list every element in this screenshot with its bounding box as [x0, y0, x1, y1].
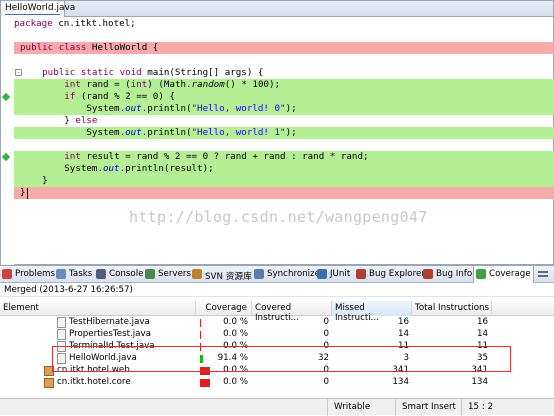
code-line-14[interactable]: } — [14, 175, 554, 187]
code-line-3[interactable]: public class HelloWorld { — [14, 42, 554, 54]
missed-instructions-value: 134 — [392, 377, 409, 387]
column-covered-instructions[interactable]: Covered Instructi... — [252, 301, 332, 323]
column-missed-instructions[interactable]: Missed Instructi... — [332, 301, 412, 323]
tab-junit[interactable]: JUnit — [315, 266, 353, 283]
tab-console[interactable]: Console — [94, 266, 147, 283]
code-line-7[interactable]: if (rand % 2 == 0) { — [14, 91, 554, 103]
tab-servers[interactable]: Servers — [143, 266, 194, 283]
column-coverage[interactable]: Coverage — [196, 301, 252, 316]
session-label: Merged (2013-6-27 16:26:57) — [0, 283, 554, 297]
tab-bug-info[interactable]: Bug Info — [421, 266, 475, 283]
coverage-icon — [476, 269, 486, 279]
java-file-icon — [57, 317, 66, 328]
package-icon — [44, 378, 54, 388]
status-bar: Writable Smart Insert 15 : 2 — [0, 398, 554, 416]
text-cursor — [27, 188, 28, 199]
covered-instructions-value: 0 — [323, 377, 329, 387]
code-line-15[interactable]: } — [14, 187, 554, 199]
tab-problems[interactable]: Problems — [0, 266, 58, 283]
code-line-12[interactable]: int result = rand % 2 == 0 ? rand + rand… — [14, 151, 554, 163]
coverage-bar-missed — [200, 319, 201, 327]
servers-icon — [145, 269, 155, 279]
coverage-table-header: Element Coverage Covered Instructi... Mi… — [0, 301, 554, 323]
junit-icon — [317, 269, 327, 279]
fold-toggle-icon[interactable]: - — [15, 69, 22, 76]
tasks-icon — [56, 269, 66, 279]
tab-bug-explorer[interactable]: Bug Explorer — [354, 266, 428, 283]
bug-info-icon — [423, 269, 433, 279]
coverage-bar-missed — [200, 331, 201, 339]
code-line-5[interactable]: public static void main(String[] args) { — [14, 67, 554, 79]
code-line-10[interactable]: System.out.println("Hello, world! 1"); — [14, 127, 554, 139]
java-editor[interactable]: HelloWorld.java package cn.itkt.hotel; p… — [0, 0, 554, 266]
editor-tab-bar: HelloWorld.java — [1, 1, 553, 17]
console-icon — [96, 269, 106, 279]
tab-synchronize[interactable]: Synchronize — [252, 266, 323, 283]
column-element[interactable]: Element — [0, 301, 196, 316]
column-total-instructions[interactable]: Total Instructions — [412, 301, 492, 316]
coverage-bar-missed — [200, 379, 210, 387]
total-instructions-value: 134 — [471, 377, 488, 387]
code-line-1[interactable]: package cn.itkt.hotel; — [14, 18, 554, 30]
code-area[interactable]: package cn.itkt.hotel; public class Hell… — [1, 17, 554, 266]
status-writable: Writable — [327, 399, 395, 416]
tab-label: HelloWorld.java — [5, 3, 76, 13]
element-name: cn.itkt.hotel.core — [57, 377, 131, 387]
highlight-annotation-box — [52, 346, 511, 372]
tab-svn[interactable]: SVN 资源库 — [190, 266, 255, 283]
java-file-icon — [57, 329, 66, 340]
tab-helloworld-java[interactable]: HelloWorld.java — [1, 1, 75, 17]
problems-icon — [2, 269, 12, 279]
code-line-8[interactable]: System.out.println("Hello, world! 0"); — [14, 103, 554, 115]
code-line-13[interactable]: System.out.println(result); — [14, 163, 554, 175]
status-insert-mode: Smart Insert — [395, 399, 461, 416]
tab-tasks[interactable]: Tasks — [54, 266, 95, 283]
view-tab-bar: Problems Tasks Console Servers SVN 资源库 S… — [0, 266, 554, 283]
bug-explorer-icon — [356, 269, 366, 279]
left-ruler — [1, 17, 14, 266]
tab-coverage[interactable]: Coverage — [473, 266, 534, 283]
synchronize-icon — [254, 269, 264, 279]
table-row[interactable]: cn.itkt.hotel.core 0.0 % 0 134 134 — [0, 376, 554, 390]
view-menu-icon[interactable] — [532, 266, 554, 283]
watermark-text: http://blog.csdn.net/wangpeng047 — [129, 208, 428, 226]
status-cursor-position: 15 : 2 — [461, 399, 554, 416]
svn-icon — [192, 269, 202, 279]
code-line-9[interactable]: } else — [14, 115, 554, 127]
code-line-6[interactable]: int rand = (int) (Math.random() * 100); — [14, 79, 554, 91]
coverage-value: 0.0 % — [223, 377, 248, 387]
